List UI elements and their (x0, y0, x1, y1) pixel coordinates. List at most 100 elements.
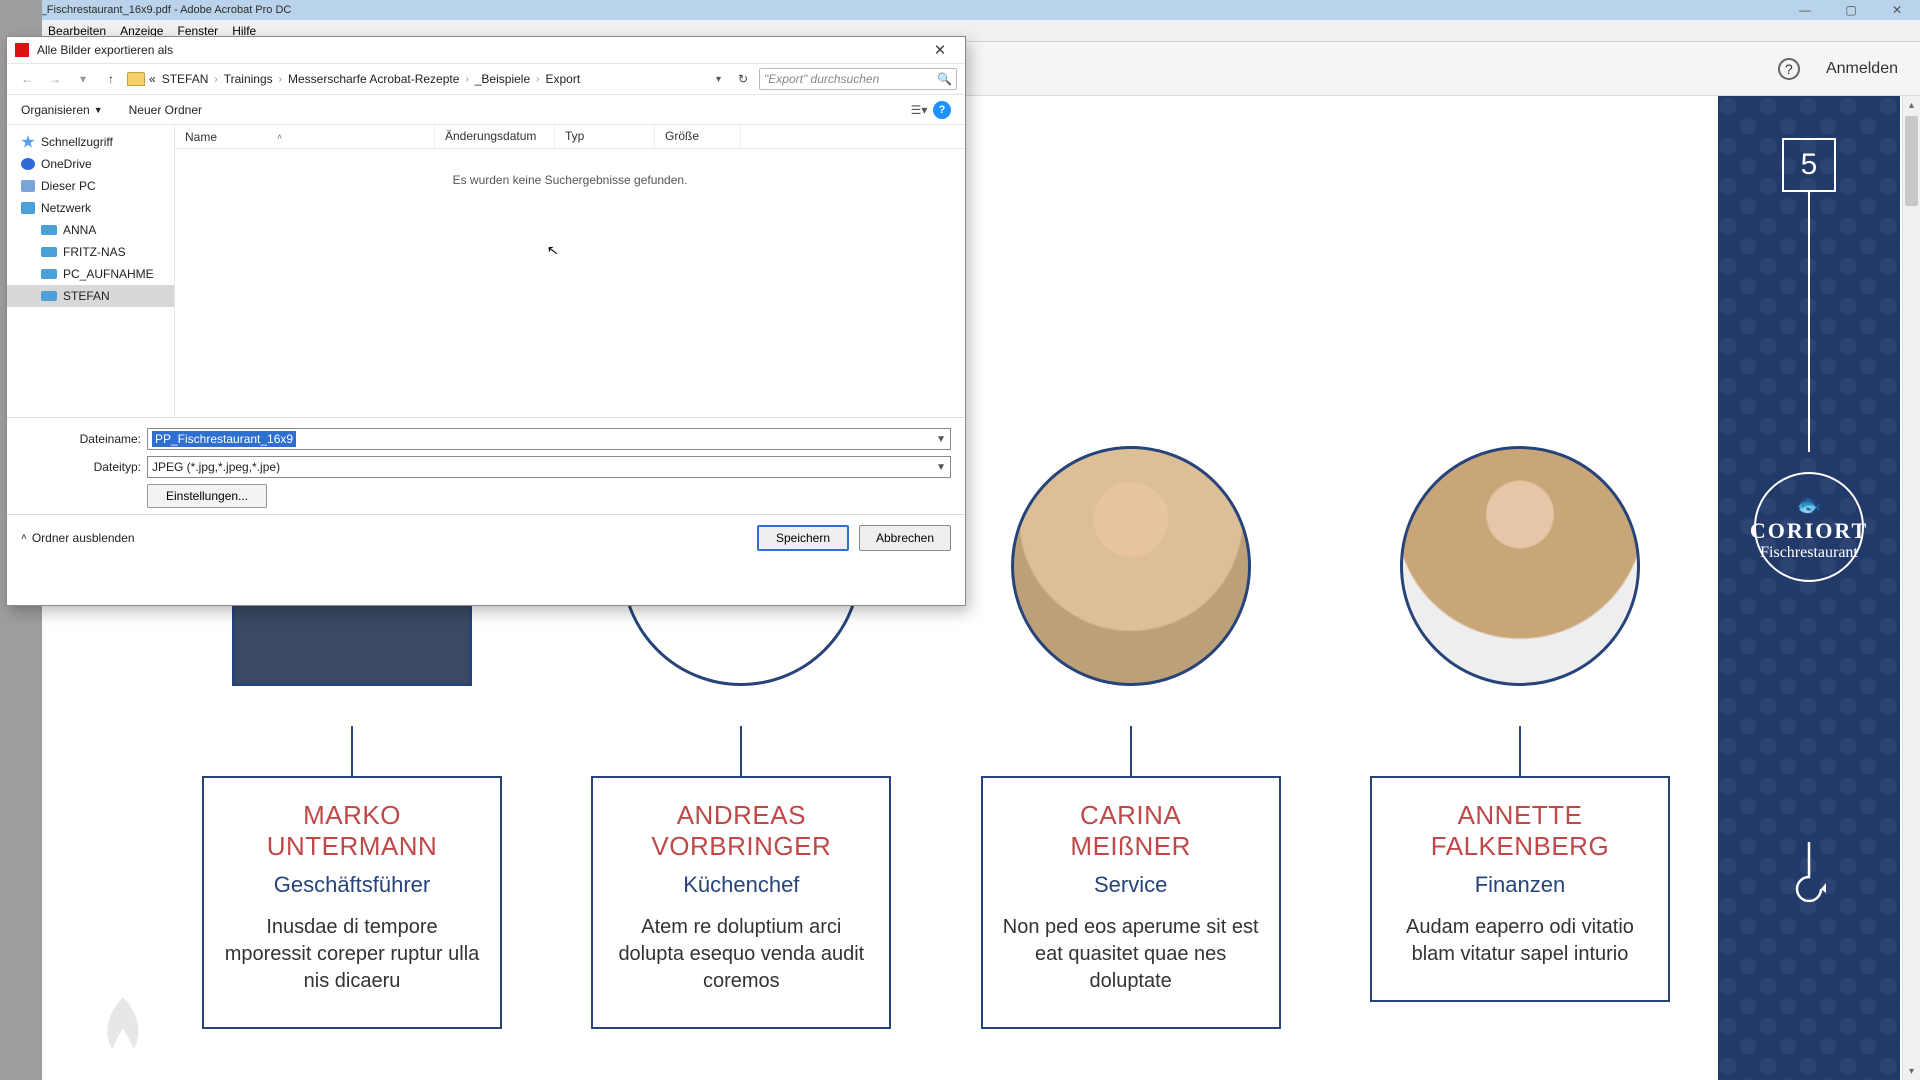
col-date[interactable]: Änderungsdatum (435, 125, 555, 148)
view-options-button[interactable]: ☰▾ (905, 99, 933, 121)
vertical-scrollbar[interactable]: ▴ ▾ (1902, 96, 1920, 1080)
brand-subtitle: Fischrestaurant (1760, 544, 1858, 562)
connector-line (351, 726, 353, 776)
person-card: CARINAMEIßNER Service Non ped eos aperum… (981, 556, 1281, 1029)
scroll-up-icon[interactable]: ▴ (1903, 96, 1920, 114)
filetype-label: Dateityp: (57, 460, 141, 474)
dialog-fields: Dateiname: PP_Fischrestaurant_16x9 ▼ Dat… (7, 417, 965, 514)
person-desc: Inusdae di tempore mporessit coreper rup… (222, 914, 482, 995)
person-name: CARINAMEIßNER (1001, 800, 1261, 862)
settings-button[interactable]: Einstellungen... (147, 484, 267, 508)
people-cards: MARKOUNTERMANN Geschäftsführer Inusdae d… (202, 556, 1670, 1029)
connector-line (740, 726, 742, 776)
nav-recent-dropdown[interactable]: ▾ (71, 68, 95, 90)
nav-back-button[interactable]: ← (15, 68, 39, 90)
person-card: MARKOUNTERMANN Geschäftsführer Inusdae d… (202, 556, 502, 1029)
tree-host[interactable]: ANNA (7, 219, 174, 241)
window-title: PP_Fischrestaurant_16x9.pdf - Adobe Acro… (26, 4, 291, 16)
search-input[interactable]: "Export" durchsuchen 🔍 (759, 68, 957, 90)
new-folder-button[interactable]: Neuer Ordner (129, 103, 202, 117)
tree-host[interactable]: FRITZ-NAS (7, 241, 174, 263)
nav-forward-button[interactable]: → (43, 68, 67, 90)
filetype-select[interactable]: JPEG (*.jpg,*.jpeg,*.jpe) ▼ (147, 456, 951, 478)
connector-line (1130, 726, 1132, 776)
col-size[interactable]: Größe (655, 125, 741, 148)
dialog-toolbar: Organisieren▼ Neuer Ordner ☰▾ ? (7, 95, 965, 125)
chevron-down-icon[interactable]: ▼ (936, 434, 946, 445)
address-dropdown[interactable]: ▾ (716, 74, 727, 85)
connector-line (1519, 726, 1521, 776)
help-icon[interactable]: ? (1778, 58, 1800, 80)
filetype-value: JPEG (*.jpg,*.jpeg,*.jpe) (152, 460, 280, 474)
save-button[interactable]: Speichern (757, 525, 849, 551)
cloud-icon (21, 158, 35, 170)
window-maximize[interactable]: ▢ (1828, 0, 1874, 20)
app-titlebar: PP_Fischrestaurant_16x9.pdf - Adobe Acro… (0, 0, 1920, 20)
col-type[interactable]: Typ (555, 125, 655, 148)
nav-up-button[interactable]: ↑ (99, 68, 123, 90)
chevron-right-icon: › (536, 74, 539, 85)
pc-icon (21, 180, 35, 192)
folder-icon (127, 72, 145, 86)
file-listing: Name ˄ Änderungsdatum Typ Größe Es wurde… (175, 125, 965, 417)
refresh-button[interactable]: ↻ (731, 72, 755, 86)
cancel-button[interactable]: Abbrechen (859, 525, 951, 551)
tree-host[interactable]: STEFAN (7, 285, 174, 307)
person-name: MARKOUNTERMANN (222, 800, 482, 862)
col-name[interactable]: Name ˄ (175, 125, 435, 148)
scroll-thumb[interactable] (1905, 116, 1918, 206)
computer-icon (41, 247, 57, 257)
filename-value: PP_Fischrestaurant_16x9 (152, 431, 296, 447)
person-card: ANNETTEFALKENBERG Finanzen Audam eaperro… (1370, 556, 1670, 1029)
computer-icon (41, 291, 57, 301)
scroll-down-icon[interactable]: ▾ (1903, 1062, 1920, 1080)
filename-input[interactable]: PP_Fischrestaurant_16x9 ▼ (147, 428, 951, 450)
tree-quick-access[interactable]: Schnellzugriff (7, 131, 174, 153)
watermark-icon (88, 990, 158, 1060)
dialog-close-button[interactable]: ✕ (923, 41, 957, 59)
tree-this-pc[interactable]: Dieser PC (7, 175, 174, 197)
chevron-up-icon: ˄ (21, 532, 27, 543)
brand-logo: 🐟 CORIORT Fischrestaurant (1718, 472, 1900, 582)
signin-link[interactable]: Anmelden (1826, 60, 1898, 78)
person-role: Service (1001, 872, 1261, 898)
brand-name: CORIORT (1750, 518, 1868, 544)
person-desc: Atem re doluptium arci dolupta esequo ve… (611, 914, 871, 995)
breadcrumb[interactable]: « STEFAN › Trainings › Messerscharfe Acr… (149, 72, 727, 86)
crumb-overflow[interactable]: « (149, 72, 156, 86)
page-number-box: 5 (1782, 138, 1836, 192)
network-icon (21, 202, 35, 214)
chevron-right-icon: › (465, 74, 468, 85)
search-icon[interactable]: 🔍 (937, 72, 952, 86)
window-close[interactable]: ✕ (1874, 0, 1920, 20)
empty-results-text: Es wurden keine Suchergebnisse gefunden. (175, 149, 965, 187)
tree-host[interactable]: PC_AUFNAHME (7, 263, 174, 285)
crumb-item[interactable]: Export (545, 72, 580, 86)
tree-onedrive[interactable]: OneDrive (7, 153, 174, 175)
vertical-line (1808, 192, 1810, 452)
person-name: ANDREASVORBRINGER (611, 800, 871, 862)
chevron-down-icon[interactable]: ▼ (936, 462, 946, 473)
person-portrait (1400, 446, 1640, 686)
organize-menu[interactable]: Organisieren▼ (21, 103, 103, 117)
window-minimize[interactable]: — (1782, 0, 1828, 20)
dialog-help-button[interactable]: ? (933, 101, 951, 119)
person-role: Finanzen (1390, 872, 1650, 898)
hide-folders-toggle[interactable]: ˄ Ordner ausblenden (21, 531, 135, 545)
person-desc: Non ped eos aperume sit est eat quasitet… (1001, 914, 1261, 995)
crumb-item[interactable]: _Beispiele (475, 72, 530, 86)
list-header: Name ˄ Änderungsdatum Typ Größe (175, 125, 965, 149)
crumb-item[interactable]: Trainings (224, 72, 273, 86)
computer-icon (41, 269, 57, 279)
presentation-sidebar: 5 🐟 CORIORT Fischrestaurant (1718, 96, 1900, 1080)
person-card: ANDREASVORBRINGER Küchenchef Atem re dol… (591, 556, 891, 1029)
save-dialog: Alle Bilder exportieren als ✕ ← → ▾ ↑ « … (6, 36, 966, 606)
dialog-title: Alle Bilder exportieren als (37, 43, 173, 57)
person-info: MARKOUNTERMANN Geschäftsführer Inusdae d… (202, 776, 502, 1029)
tree-network[interactable]: Netzwerk (7, 197, 174, 219)
crumb-item[interactable]: STEFAN (162, 72, 209, 86)
chevron-right-icon: › (279, 74, 282, 85)
crumb-item[interactable]: Messerscharfe Acrobat-Rezepte (288, 72, 459, 86)
dialog-footer: ˄ Ordner ausblenden Speichern Abbrechen (7, 514, 965, 560)
dialog-nav: ← → ▾ ↑ « STEFAN › Trainings › Messersch… (7, 63, 965, 95)
